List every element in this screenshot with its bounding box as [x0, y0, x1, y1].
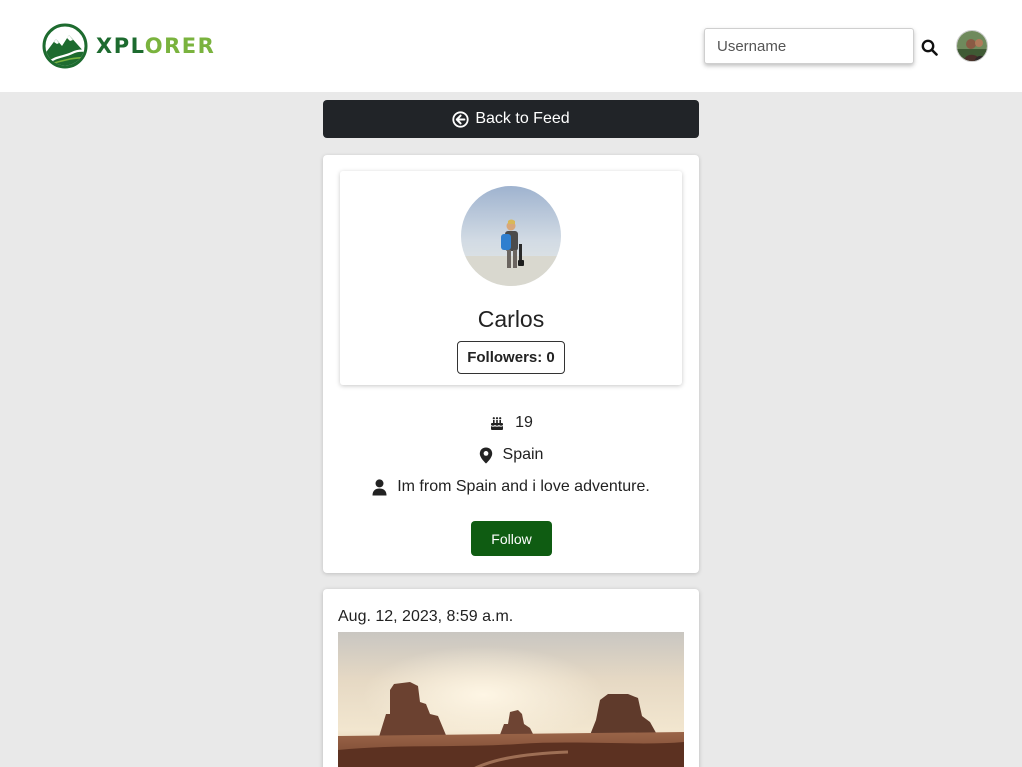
age-row: 19	[323, 414, 699, 432]
profile-photo	[461, 186, 561, 286]
user-avatar[interactable]	[956, 30, 988, 62]
logo-text-light: ORER	[144, 34, 216, 58]
username-search-input[interactable]	[704, 28, 914, 64]
user-icon	[372, 478, 387, 495]
logo-text: XPLORER	[96, 34, 215, 58]
profile-name: Carlos	[477, 306, 545, 332]
arrow-circle-left-icon	[452, 110, 469, 128]
follow-button[interactable]: Follow	[471, 521, 552, 556]
post-date: Aug. 12, 2023, 8:59 a.m.	[338, 608, 514, 625]
xplorer-logo[interactable]: XPLORER	[42, 23, 215, 69]
map-marker-icon	[479, 447, 492, 463]
post-card: Aug. 12, 2023, 8:59 a.m.	[323, 589, 699, 767]
age-value: 19	[515, 414, 533, 431]
mountain-logo-icon	[42, 23, 88, 69]
country-row: Spain	[323, 446, 699, 464]
bio-row: Im from Spain and i love adventure.	[323, 478, 699, 496]
search-button[interactable]	[918, 36, 940, 58]
post-image[interactable]	[338, 632, 684, 767]
back-to-feed-label: Back to Feed	[475, 110, 570, 127]
bio-text: Im from Spain and i love adventure.	[397, 478, 650, 495]
country-value: Spain	[502, 446, 544, 463]
search-icon	[921, 39, 938, 56]
birthday-cake-icon	[490, 417, 504, 430]
followers-count[interactable]: Followers: 0	[457, 341, 565, 374]
avatar-photo	[957, 31, 987, 61]
monument-valley-photo	[338, 632, 684, 767]
back-to-feed-button[interactable]: Back to Feed	[323, 100, 699, 138]
navbar: XPLORER	[0, 0, 1022, 92]
profile-avatar	[461, 186, 561, 286]
profile-header: Carlos Followers: 0	[340, 171, 682, 385]
profile-card: Carlos Followers: 0 19 Spain Im from Spa…	[323, 155, 699, 573]
logo-text-dark: XPL	[96, 34, 145, 58]
